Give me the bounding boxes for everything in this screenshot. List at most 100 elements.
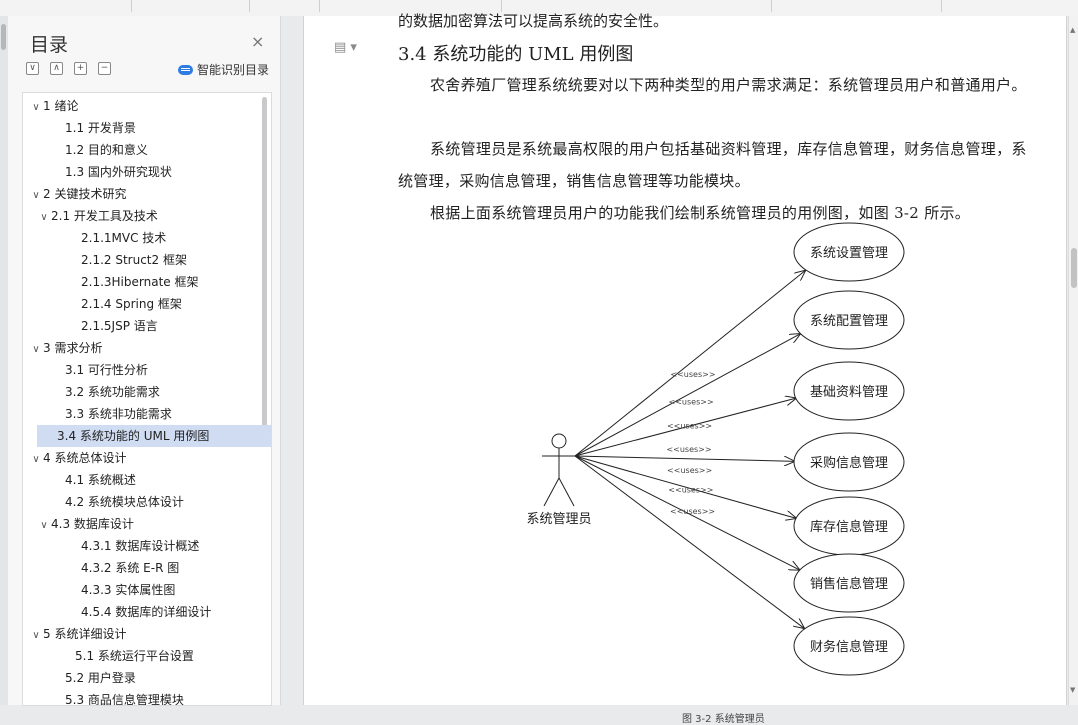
toc-item[interactable]: 2.1.5JSP 语言 bbox=[23, 315, 271, 337]
use-case-label: 财务信息管理 bbox=[810, 639, 888, 655]
toc-item[interactable]: 3.1 可行性分析 bbox=[23, 359, 271, 381]
document-scroll-thumb[interactable] bbox=[1071, 248, 1077, 288]
toc-item[interactable]: 4.5.4 数据库的详细设计 bbox=[23, 601, 271, 623]
toc-item[interactable]: 4.3.2 系统 E-R 图 bbox=[23, 557, 271, 579]
toc-list: ∨ 1 绪论 1.1 开发背景 1.2 目的和意义 1.3 国内外研究现状 ∨ 2 关键技术… bbox=[22, 92, 272, 706]
uses-label: <<uses>> bbox=[666, 445, 711, 454]
toc-item[interactable]: 3.2 系统功能需求 bbox=[23, 381, 271, 403]
toc-item[interactable]: ∨ 5 系统详细设计 bbox=[23, 623, 259, 645]
toc-title: 目录 bbox=[30, 34, 69, 56]
toc-item[interactable]: 4.3.1 数据库设计概述 bbox=[23, 535, 271, 557]
toc-item-label: 3.2 系统功能需求 bbox=[65, 385, 160, 399]
toc-item-label: 1.3 国内外研究现状 bbox=[65, 165, 172, 179]
actor-leg-right bbox=[558, 477, 575, 507]
toc-item-label: 3.3 系统非功能需求 bbox=[65, 407, 172, 421]
toc-item-label: 4.3 数据库设计 bbox=[51, 517, 134, 531]
uses-label: <<uses>> bbox=[668, 485, 713, 494]
use-case-label: 基础资料管理 bbox=[810, 385, 888, 400]
use-case-label: 系统设置管理 bbox=[810, 246, 888, 261]
smart-toc-button[interactable]: 智能识别目录 bbox=[178, 61, 269, 78]
toolbar-divider bbox=[770, 0, 772, 12]
use-case-diagram: 系统管理员 <<uses>>系统设置管理<<uses>>系统配置管理<<uses… bbox=[526, 222, 905, 676]
cloud-icon bbox=[178, 64, 193, 75]
toc-item-label: 2.1.2 Struct2 框架 bbox=[81, 253, 187, 267]
toc-item-label: 4.5.4 数据库的详细设计 bbox=[81, 605, 212, 619]
uses-association bbox=[574, 455, 805, 629]
figure-caption-cut: 图 3-2 系统管理员 bbox=[682, 714, 765, 725]
collapse-all-icon[interactable]: ∨ bbox=[26, 62, 39, 75]
toc-item-label: 4 系统总体设计 bbox=[43, 451, 127, 465]
toc-panel: 目录 × ∨ ∧ + − 智能识别目录 ∨ 1 绪论 1.1 开发背景 1.2 目的和… bbox=[8, 16, 281, 706]
toc-item[interactable]: 1.2 目的和意义 bbox=[23, 139, 271, 161]
uses-label: <<uses>> bbox=[667, 422, 712, 431]
chevron-down-icon[interactable]: ∨ bbox=[29, 185, 43, 207]
toc-item[interactable]: ∨ 4 系统总体设计 bbox=[23, 447, 259, 469]
toolbar-divider bbox=[130, 0, 132, 12]
use-case-label: 采购信息管理 bbox=[810, 455, 888, 471]
chevron-down-icon[interactable]: ∨ bbox=[29, 625, 43, 647]
chevron-down-icon[interactable]: ∨ bbox=[37, 207, 51, 229]
toc-item[interactable]: ∨ 2 关键技术研究 bbox=[23, 183, 259, 205]
toc-item[interactable]: ∨ 2.1 开发工具及技术 bbox=[23, 205, 267, 227]
toc-item-label: 2.1.4 Spring 框架 bbox=[81, 297, 182, 311]
scroll-up-icon[interactable]: ▲ bbox=[1070, 26, 1075, 34]
document-scrollbar[interactable]: ▲ ▼ bbox=[1068, 16, 1078, 705]
toc-item-label: 3.1 可行性分析 bbox=[65, 363, 148, 377]
use-case-group: <<uses>> 系统设置管理 <<uses>> 系统配置管理 <<uses>> 基础资料… bbox=[574, 222, 905, 676]
toc-item-label: 1.1 开发背景 bbox=[65, 121, 136, 135]
toc-item[interactable]: ∨ 4.3 数据库设计 bbox=[23, 513, 267, 535]
toc-item[interactable]: ∨ 1 绪论 bbox=[23, 95, 259, 117]
toolbar-divider bbox=[318, 0, 320, 12]
chevron-down-icon[interactable]: ∨ bbox=[37, 515, 51, 537]
toc-item[interactable]: 2.1.4 Spring 框架 bbox=[23, 293, 271, 315]
toc-item[interactable]: 1.3 国内外研究现状 bbox=[23, 161, 271, 183]
toc-item[interactable]: 5.2 用户登录 bbox=[23, 667, 271, 689]
toc-item[interactable]: 4.1 系统概述 bbox=[23, 469, 271, 491]
use-case-label: 系统配置管理 bbox=[810, 314, 888, 329]
toc-item[interactable]: 5.1 系统运行平台设置 bbox=[23, 645, 271, 667]
toc-item[interactable]: 2.1.2 Struct2 框架 bbox=[23, 249, 271, 271]
expand-all-icon[interactable]: ∧ bbox=[50, 62, 63, 75]
toc-item-label: 3 需求分析 bbox=[43, 341, 103, 355]
toc-item-label: 2.1.3Hibernate 框架 bbox=[81, 275, 199, 289]
scroll-down-icon[interactable]: ▼ bbox=[1070, 686, 1075, 694]
toc-item[interactable]: 4.3.3 实体属性图 bbox=[23, 579, 271, 601]
toc-item[interactable]: 2.1.3Hibernate 框架 bbox=[23, 271, 271, 293]
toc-item[interactable]: 2.1.1MVC 技术 bbox=[23, 227, 271, 249]
use-case-label: 销售信息管理 bbox=[810, 576, 888, 592]
toc-item[interactable]: 5.3 商品信息管理模块 bbox=[23, 689, 271, 706]
actor-leg-left bbox=[543, 477, 560, 507]
toc-item[interactable]: 1.1 开发背景 bbox=[23, 117, 271, 139]
toc-item-label: 4.3.2 系统 E-R 图 bbox=[81, 561, 180, 575]
toc-item[interactable]: ∨ 3 需求分析 bbox=[23, 337, 259, 359]
toc-item-label: 5.3 商品信息管理模块 bbox=[65, 693, 184, 706]
toc-item-label: 4.2 系统模块总体设计 bbox=[65, 495, 184, 509]
toc-item-label: 1 绪论 bbox=[43, 99, 79, 113]
uses-association bbox=[574, 455, 795, 461]
toc-item-label: 1.2 目的和意义 bbox=[65, 143, 148, 157]
toc-item-label: 2.1 开发工具及技术 bbox=[51, 209, 158, 223]
toc-item[interactable]: 4.2 系统模块总体设计 bbox=[23, 491, 271, 513]
left-rail-thumb[interactable] bbox=[1, 24, 6, 50]
actor-figure bbox=[542, 433, 576, 507]
left-rail bbox=[0, 16, 8, 705]
toc-item[interactable]: 3.3 系统非功能需求 bbox=[23, 403, 271, 425]
smart-toc-label: 智能识别目录 bbox=[197, 63, 270, 77]
actor-label: 系统管理员 bbox=[526, 512, 591, 527]
uses-label: <<uses>> bbox=[669, 398, 714, 407]
chevron-down-icon[interactable]: ∨ bbox=[29, 339, 43, 361]
toc-item-label: 4.3.3 实体属性图 bbox=[81, 583, 176, 597]
toc-item-label: 4.3.1 数据库设计概述 bbox=[81, 539, 200, 553]
document-page: ▤ ▾ 的数据加密算法可以提高系统的安全性。 3.4 系统功能的 UML 用例图… bbox=[303, 12, 1067, 725]
toolbar-divider bbox=[248, 0, 250, 12]
toc-item-label: 3.4 系统功能的 UML 用例图 bbox=[57, 429, 210, 443]
add-level-icon[interactable]: + bbox=[74, 62, 87, 75]
uses-association bbox=[574, 334, 801, 457]
toc-item-label: 2.1.5JSP 语言 bbox=[81, 319, 158, 333]
remove-level-icon[interactable]: − bbox=[98, 62, 111, 75]
close-icon[interactable]: × bbox=[251, 32, 264, 51]
chevron-down-icon[interactable]: ∨ bbox=[29, 97, 43, 119]
chevron-down-icon[interactable]: ∨ bbox=[29, 449, 43, 471]
toc-item[interactable]: 3.4 系统功能的 UML 用例图 bbox=[37, 425, 271, 447]
uses-label: <<uses>> bbox=[670, 370, 715, 379]
